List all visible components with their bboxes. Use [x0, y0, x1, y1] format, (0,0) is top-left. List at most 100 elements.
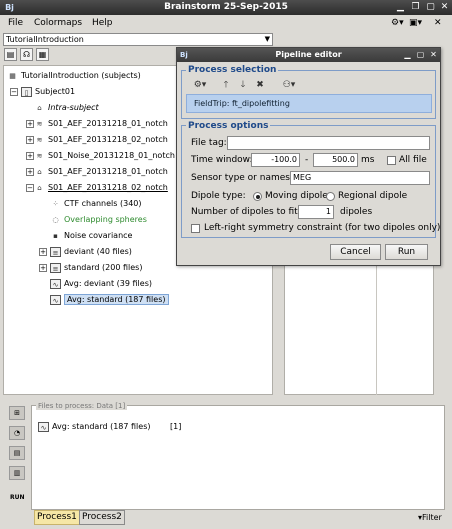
collapse-icon[interactable]: − — [26, 184, 34, 192]
menu-help[interactable]: Help — [88, 15, 117, 32]
window-title-bar[interactable]: Bj Brainstorm 25-Sep-2015 ▁ ❐ ▢ ✕ — [0, 0, 452, 15]
time-end-input[interactable]: 500.0 — [313, 153, 358, 167]
raw-icon: ≋ — [36, 119, 43, 128]
data-icon: ∿ — [50, 294, 61, 305]
process-file-item[interactable]: ∿ Avg: standard (187 files) — [38, 421, 151, 433]
protocol-dropdown[interactable]: TutorialIntroduction ▼ — [3, 33, 273, 46]
dipoles-unit: dipoles — [340, 207, 373, 217]
sensor-input[interactable]: MEG — [290, 171, 430, 185]
tree-node-folder-2[interactable]: ⌂ S01_AEF_20131218_02_notch — [34, 181, 168, 195]
expand-icon[interactable]: + — [39, 264, 47, 272]
close-icon[interactable]: ✕ — [430, 15, 446, 32]
process-filter-icon[interactable]: ⊞ — [9, 406, 25, 420]
add-process-gear-icon[interactable]: ⚙▾ — [189, 78, 211, 92]
expand-icon[interactable]: + — [26, 168, 34, 176]
functional-view-icon[interactable]: ▤ — [4, 48, 17, 61]
regional-dipole-label: Regional dipole — [338, 191, 408, 201]
folder-icon: ⌂ — [37, 167, 42, 176]
tree-node-subject[interactable]: ▯ Subject01 — [21, 85, 75, 99]
minimize-icon[interactable]: ▁ — [394, 1, 407, 14]
file-tag-label: File tag: — [191, 138, 227, 148]
process-history-icon[interactable]: ◔ — [9, 426, 25, 440]
tree-node-raw-2[interactable]: ≋ S01_AEF_20131218_02_notch — [34, 133, 168, 147]
process-list-icon[interactable]: ▤ — [9, 446, 25, 460]
right-panel-divider — [376, 255, 377, 395]
pipeline-options-icon[interactable]: ⚇▾ — [280, 78, 298, 92]
all-file-checkbox[interactable] — [387, 156, 396, 165]
filter-button[interactable]: ▾Filter — [418, 512, 442, 524]
file-tag-input[interactable] — [227, 136, 430, 150]
data-icon: ∿ — [38, 421, 49, 432]
brainstorm-app-icon: Bj — [5, 3, 14, 12]
collapse-icon[interactable]: − — [10, 88, 18, 96]
chevron-down-icon: ▼ — [264, 35, 270, 43]
move-down-icon[interactable]: 🡓 — [237, 78, 249, 92]
process-selection-title: Process selection — [186, 65, 279, 75]
subject-icon: ▯ — [21, 86, 32, 97]
time-start-input[interactable]: -100.0 — [251, 153, 300, 167]
menu-colormaps[interactable]: Colormaps — [30, 15, 86, 32]
run-label[interactable]: RUN — [10, 494, 25, 501]
tree-node-avg-standard[interactable]: ∿ Avg: standard (187 files) — [50, 293, 169, 307]
expand-icon[interactable]: + — [26, 152, 34, 160]
expand-icon[interactable]: + — [26, 120, 34, 128]
tree-node-folder-1[interactable]: ⌂ S01_AEF_20131218_01_notch — [34, 165, 168, 179]
delete-process-icon[interactable]: ✖ — [254, 78, 266, 92]
cancel-button[interactable]: Cancel — [330, 244, 381, 260]
tree-node-noisecov[interactable]: ▪ Noise covariance — [50, 229, 132, 243]
symmetry-label: Left-right symmetry constraint (for two … — [204, 223, 441, 233]
brainstorm-app-icon: Bj — [180, 51, 188, 59]
tree-node-raw-noise[interactable]: ≋ S01_Noise_20131218_01_notch — [34, 149, 175, 163]
num-dipoles-input[interactable]: 1 — [298, 205, 334, 219]
raw-icon: ≋ — [36, 151, 43, 160]
dialog-title-bar[interactable]: Bj Pipeline editor ▁ ▢ ✕ — [177, 48, 440, 62]
regional-dipole-radio[interactable] — [326, 192, 335, 201]
dipole-type-label: Dipole type: — [191, 191, 246, 201]
moving-dipole-label: Moving dipole — [265, 191, 328, 201]
menu-file[interactable]: File — [4, 15, 27, 32]
tab-process1[interactable]: Process1 — [34, 510, 80, 525]
raw-icon: ≋ — [36, 135, 43, 144]
run-button[interactable]: Run — [385, 244, 428, 260]
tree-node-deviant[interactable]: ≡ deviant (40 files) — [50, 245, 132, 259]
window-title: Brainstorm 25-Sep-2015 — [164, 2, 288, 12]
tree-node-standard[interactable]: ≡ standard (200 files) — [50, 261, 142, 275]
data-list-icon: ≡ — [50, 246, 61, 257]
tree-node-intra-subject[interactable]: ⌂ Intra-subject — [34, 101, 98, 115]
minimize-icon[interactable]: ▁ — [402, 49, 413, 60]
menu-bar: File Colormaps Help ⚙▾ ▣▾ ✕ — [0, 15, 452, 32]
protocol-selected: TutorialIntroduction — [6, 35, 84, 44]
expand-icon[interactable]: + — [26, 136, 34, 144]
tree-node-headmodel[interactable]: ◌ Overlapping spheres — [50, 213, 146, 227]
data-icon: ∿ — [50, 278, 61, 289]
moving-dipole-radio[interactable] — [253, 192, 262, 201]
tree-node-channels[interactable]: ⁘ CTF channels (340) — [50, 197, 142, 211]
anatomy-view-icon[interactable]: ☊ — [20, 48, 33, 61]
symmetry-checkbox[interactable] — [191, 224, 200, 233]
move-up-icon[interactable]: 🡑 — [220, 78, 232, 92]
process-file-label: Avg: standard (187 files) — [52, 422, 151, 431]
pipeline-editor-dialog: Bj Pipeline editor ▁ ▢ ✕ Process selecti… — [176, 47, 441, 266]
sensor-label: Sensor type or names: — [191, 173, 293, 183]
selected-process-item[interactable]: FieldTrip: ft_dipolefitting — [186, 94, 432, 113]
noisecov-icon: ▪ — [53, 231, 58, 240]
maximize-icon[interactable]: ▢ — [415, 49, 426, 60]
num-dipoles-label: Number of dipoles to fit: — [191, 207, 301, 217]
process-view-icon[interactable]: ▦ — [36, 48, 49, 61]
tree-node-raw-1[interactable]: ≋ S01_AEF_20131218_01_notch — [34, 117, 168, 131]
process-sidebar: ⊞ ◔ ▤ ▥ RUN — [3, 401, 31, 511]
tree-node-protocol[interactable]: ▦ TutorialIntroduction (subjects) — [7, 69, 141, 83]
tab-process2[interactable]: Process2 — [79, 510, 125, 525]
layout-icon[interactable]: ▣▾ — [405, 15, 426, 32]
expand-icon[interactable]: + — [39, 248, 47, 256]
process-save-icon[interactable]: ▥ — [9, 466, 25, 480]
maximize-icon[interactable]: ▢ — [424, 1, 437, 14]
restore-icon[interactable]: ❐ — [409, 1, 422, 14]
tree-node-avg-deviant[interactable]: ∿ Avg: deviant (39 files) — [50, 277, 152, 291]
close-icon[interactable]: ✕ — [428, 49, 439, 60]
studies-icon: ▦ — [9, 71, 16, 80]
folder-icon: ⌂ — [37, 103, 42, 112]
right-panel-list — [284, 255, 434, 395]
window-close-icon[interactable]: ✕ — [438, 1, 451, 14]
dialog-title: Pipeline editor — [275, 50, 342, 59]
